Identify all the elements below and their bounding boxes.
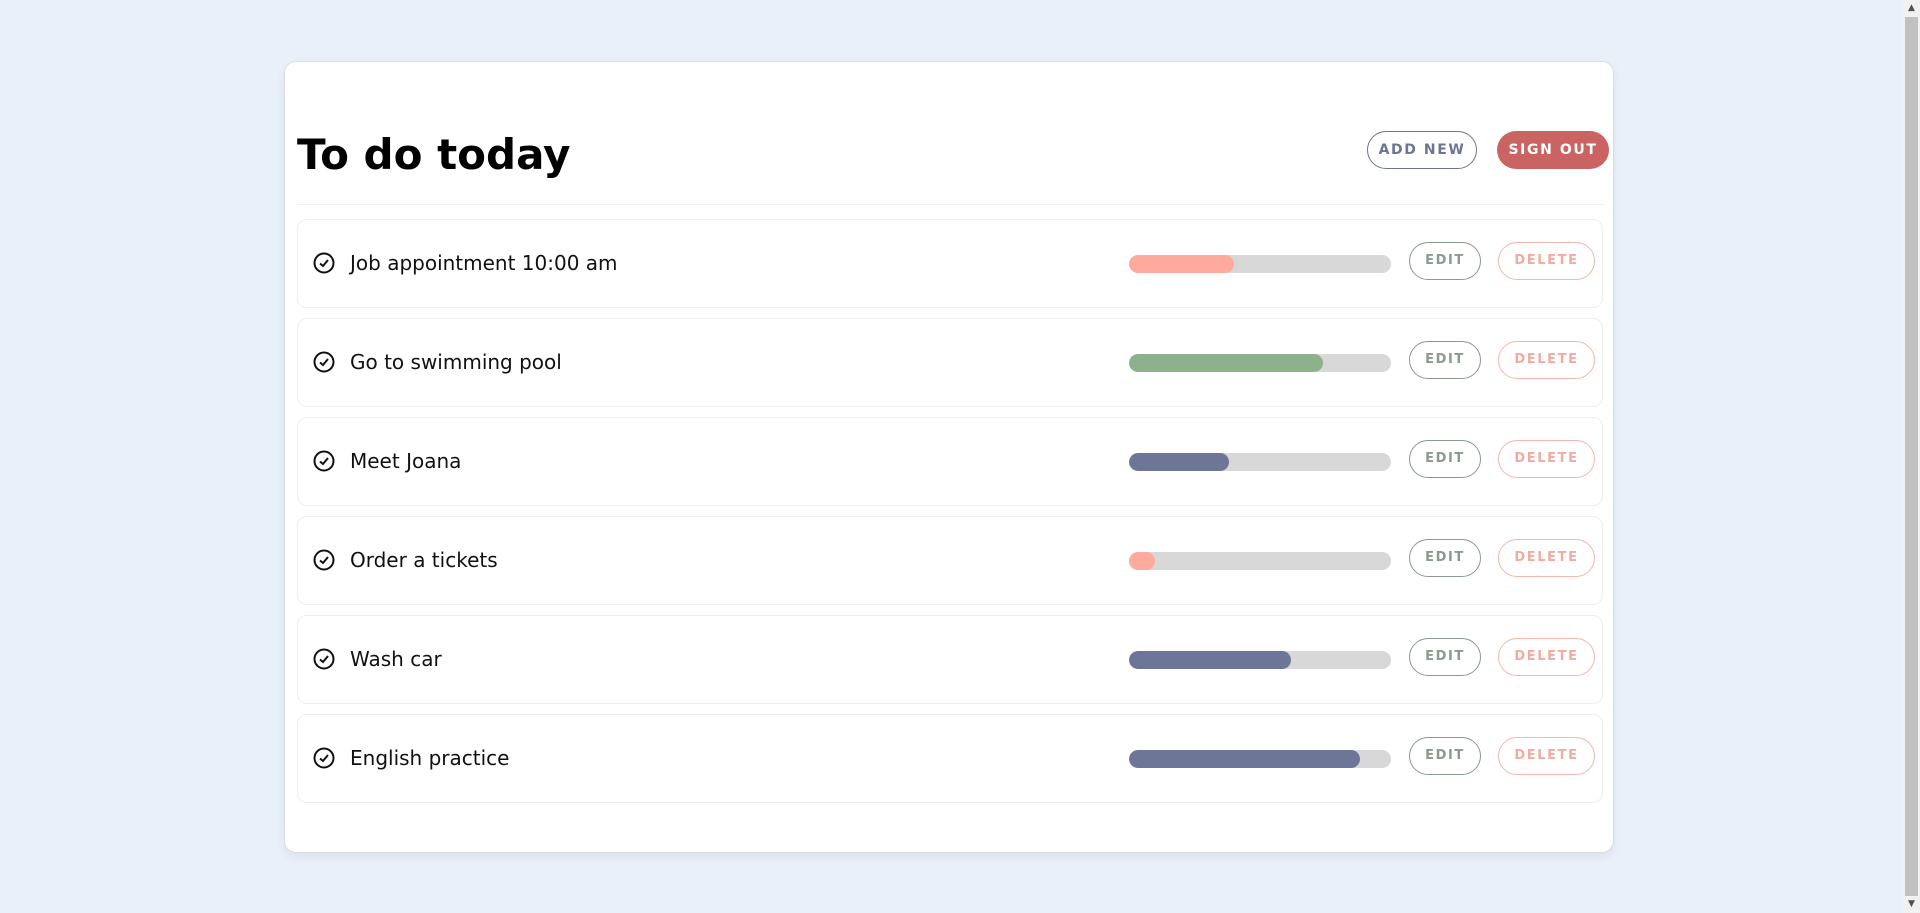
task-row: Job appointment 10:00 am EDIT DELETE [297, 219, 1603, 308]
scroll-up-arrow-icon[interactable]: ▲ [1903, 0, 1920, 17]
progress-track [1129, 651, 1391, 669]
task-row: English practice EDIT DELETE [297, 714, 1603, 803]
add-new-button[interactable]: ADD NEW [1367, 131, 1477, 169]
page-title: To do today [297, 130, 571, 179]
task-row: Meet Joana EDIT DELETE [297, 417, 1603, 506]
progress-fill [1129, 651, 1292, 669]
check-circle-icon[interactable] [313, 252, 335, 274]
progress-fill [1129, 750, 1360, 768]
edit-button[interactable]: EDIT [1409, 737, 1481, 775]
edit-button[interactable]: EDIT [1409, 341, 1481, 379]
check-circle-icon[interactable] [313, 549, 335, 571]
task-row: Wash car EDIT DELETE [297, 615, 1603, 704]
sign-out-button[interactable]: SIGN OUT [1497, 131, 1609, 169]
progress-fill [1129, 354, 1323, 372]
check-circle-icon[interactable] [313, 450, 335, 472]
edit-button[interactable]: EDIT [1409, 539, 1481, 577]
header: To do today ADD NEW SIGN OUT [297, 120, 1609, 205]
task-label: Meet Joana [350, 449, 462, 473]
edit-button[interactable]: EDIT [1409, 638, 1481, 676]
scrollbar-thumb[interactable] [1905, 17, 1918, 896]
check-circle-icon[interactable] [313, 648, 335, 670]
delete-button[interactable]: DELETE [1498, 440, 1595, 478]
edit-button[interactable]: EDIT [1409, 242, 1481, 280]
check-circle-icon[interactable] [313, 351, 335, 373]
delete-button[interactable]: DELETE [1498, 539, 1595, 577]
progress-track [1129, 552, 1391, 570]
delete-button[interactable]: DELETE [1498, 638, 1595, 676]
task-label: English practice [350, 746, 510, 770]
task-label: Wash car [350, 647, 442, 671]
scrollbar[interactable]: ▲ ▼ [1903, 0, 1920, 913]
task-row: Order a tickets EDIT DELETE [297, 516, 1603, 605]
progress-fill [1129, 453, 1229, 471]
progress-track [1129, 354, 1391, 372]
progress-track [1129, 453, 1391, 471]
progress-fill [1129, 255, 1234, 273]
todo-card: To do today ADD NEW SIGN OUT Job appoint… [284, 61, 1614, 853]
progress-track [1129, 255, 1391, 273]
edit-button[interactable]: EDIT [1409, 440, 1481, 478]
progress-track [1129, 750, 1391, 768]
delete-button[interactable]: DELETE [1498, 737, 1595, 775]
delete-button[interactable]: DELETE [1498, 341, 1595, 379]
task-label: Order a tickets [350, 548, 498, 572]
check-circle-icon[interactable] [313, 747, 335, 769]
delete-button[interactable]: DELETE [1498, 242, 1595, 280]
scroll-down-arrow-icon[interactable]: ▼ [1903, 896, 1920, 913]
task-label: Go to swimming pool [350, 350, 562, 374]
task-label: Job appointment 10:00 am [350, 251, 618, 275]
page: To do today ADD NEW SIGN OUT Job appoint… [0, 0, 1920, 913]
progress-fill [1129, 552, 1156, 570]
task-list: Job appointment 10:00 am EDIT DELETE Go … [297, 219, 1603, 813]
task-row: Go to swimming pool EDIT DELETE [297, 318, 1603, 407]
